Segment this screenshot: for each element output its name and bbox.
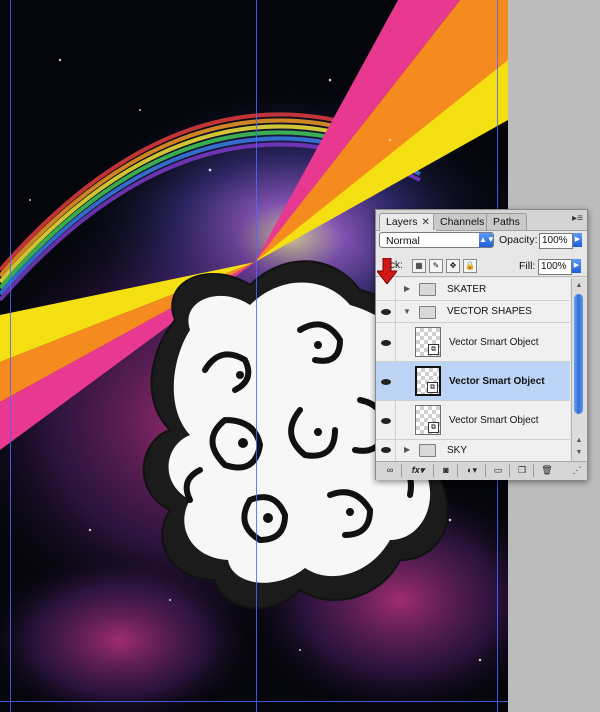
new-group-icon[interactable]: ▭ (490, 464, 506, 477)
opacity-field[interactable]: 100% (539, 233, 573, 249)
visibility-toggle[interactable] (376, 323, 396, 361)
smart-object-badge-icon: ⧉ (427, 382, 438, 393)
blend-mode-select[interactable]: Normal ▲▼ (379, 232, 495, 248)
resize-grip-icon[interactable]: ⋰ (572, 464, 582, 477)
fx-label: fx (411, 465, 420, 475)
blend-mode-value: Normal (386, 235, 420, 247)
separator (485, 464, 486, 477)
lock-position-icon[interactable]: ✥ (446, 259, 460, 273)
mask-icon[interactable]: ◙ (438, 464, 454, 477)
layer-name: Vector Smart Object (449, 376, 545, 387)
layer-name: Vector Smart Object (449, 415, 539, 426)
lock-image-icon[interactable]: ✎ (429, 259, 443, 273)
collapse-triangle-icon[interactable]: ▼ (403, 307, 411, 316)
separator (457, 464, 458, 477)
layers-panel: Layers ✕ Channels Paths ▸≡ Normal ▲▼ Opac… (375, 209, 588, 480)
tab-layers[interactable]: Layers ✕ (379, 213, 437, 231)
fill-label: Fill: (519, 260, 536, 272)
opacity-dropdown-arrow-icon[interactable]: ▶ (573, 233, 582, 247)
layer-thumbnail: ⧉ (415, 327, 441, 357)
layer-row-smart-object-1[interactable]: ⧉ Vector Smart Object (376, 323, 570, 362)
eye-icon (381, 309, 391, 315)
visibility-toggle[interactable] (376, 401, 396, 439)
adjustment-icon[interactable]: ◐▾ (462, 464, 482, 477)
layer-name: Vector Smart Object (449, 337, 539, 348)
guide-horizontal-bottom[interactable] (0, 701, 508, 702)
layer-row-smart-object-3[interactable]: ⧉ Vector Smart Object (376, 401, 570, 440)
lock-row: ck: ▦ ✎ ✥ 🔒 Fill: 100% ▶ (376, 256, 587, 277)
layer-row-smart-object-2[interactable]: ⧉ Vector Smart Object (376, 362, 570, 401)
layers-bottom-bar: ∞ fx▾ ◙ ◐▾ ▭ ❐ 🗑 ⋰ (376, 461, 587, 480)
annotation-arrow-icon (377, 258, 397, 284)
layer-thumbnail: ⧉ (415, 405, 441, 435)
lock-transparency-icon[interactable]: ▦ (412, 259, 426, 273)
opacity-label: Opacity: (499, 234, 538, 246)
expand-triangle-icon[interactable]: ▶ (404, 284, 410, 293)
folder-icon (419, 444, 436, 457)
separator (433, 464, 434, 477)
close-icon[interactable]: ✕ (422, 217, 430, 228)
layer-row-vector-shapes[interactable]: ▼ VECTOR SHAPES (376, 301, 570, 323)
eye-icon (381, 418, 391, 424)
tab-channels-label: Channels (440, 216, 485, 228)
tab-paths-label: Paths (493, 216, 520, 228)
trash-icon[interactable]: 🗑 (539, 464, 555, 477)
separator (533, 464, 534, 477)
folder-icon (419, 283, 436, 296)
smart-object-badge-icon: ⧉ (428, 344, 439, 355)
layer-row-skater[interactable]: ▶ SKATER (376, 278, 570, 301)
chevron-updown-icon: ▲▼ (479, 233, 495, 247)
eye-icon (381, 340, 391, 346)
tab-layers-label: Layers (386, 216, 418, 228)
tab-channels[interactable]: Channels (433, 213, 492, 230)
layer-name: SKY (447, 445, 468, 456)
visibility-toggle[interactable] (376, 301, 396, 322)
expand-triangle-icon[interactable]: ▶ (404, 445, 410, 454)
layer-list-scrollbar[interactable]: ▲ ▲ ▼ (571, 278, 586, 461)
panel-tab-bar: Layers ✕ Channels Paths ▸≡ (376, 210, 587, 231)
link-icon[interactable]: ∞ (382, 464, 398, 477)
layer-name: VECTOR SHAPES (447, 306, 532, 317)
fill-dropdown-arrow-icon[interactable]: ▶ (572, 259, 581, 273)
guide-vertical-left[interactable] (10, 0, 11, 712)
visibility-toggle[interactable] (376, 362, 396, 400)
eye-icon (381, 447, 391, 453)
folder-icon (419, 306, 436, 319)
separator (401, 464, 402, 477)
layer-name: SKATER (447, 284, 487, 295)
scroll-up-icon[interactable]: ▲ (574, 436, 584, 446)
scroll-thumb[interactable] (574, 294, 583, 414)
layer-row-sky[interactable]: ▶ SKY (376, 440, 570, 461)
fill-field[interactable]: 100% (538, 259, 572, 275)
blend-row: Normal ▲▼ Opacity: 100% ▶ (379, 232, 584, 252)
visibility-toggle[interactable] (376, 440, 396, 461)
panel-menu-icon[interactable]: ▸≡ (572, 213, 583, 224)
lock-all-icon[interactable]: 🔒 (463, 259, 477, 273)
tab-paths[interactable]: Paths (486, 213, 527, 230)
layer-thumbnail: ⧉ (415, 366, 441, 396)
eye-icon (381, 379, 391, 385)
new-layer-icon[interactable]: ❐ (514, 464, 530, 477)
layer-list: ▶ SKATER ▼ VECTOR SHAPES ⧉ Vector Smart … (376, 278, 570, 461)
separator (509, 464, 510, 477)
fx-icon[interactable]: fx▾ (406, 464, 430, 477)
smart-object-badge-icon: ⧉ (428, 422, 439, 433)
scroll-up-icon[interactable]: ▲ (574, 281, 584, 291)
guide-vertical-center[interactable] (256, 0, 257, 712)
scroll-down-icon[interactable]: ▼ (574, 448, 584, 458)
